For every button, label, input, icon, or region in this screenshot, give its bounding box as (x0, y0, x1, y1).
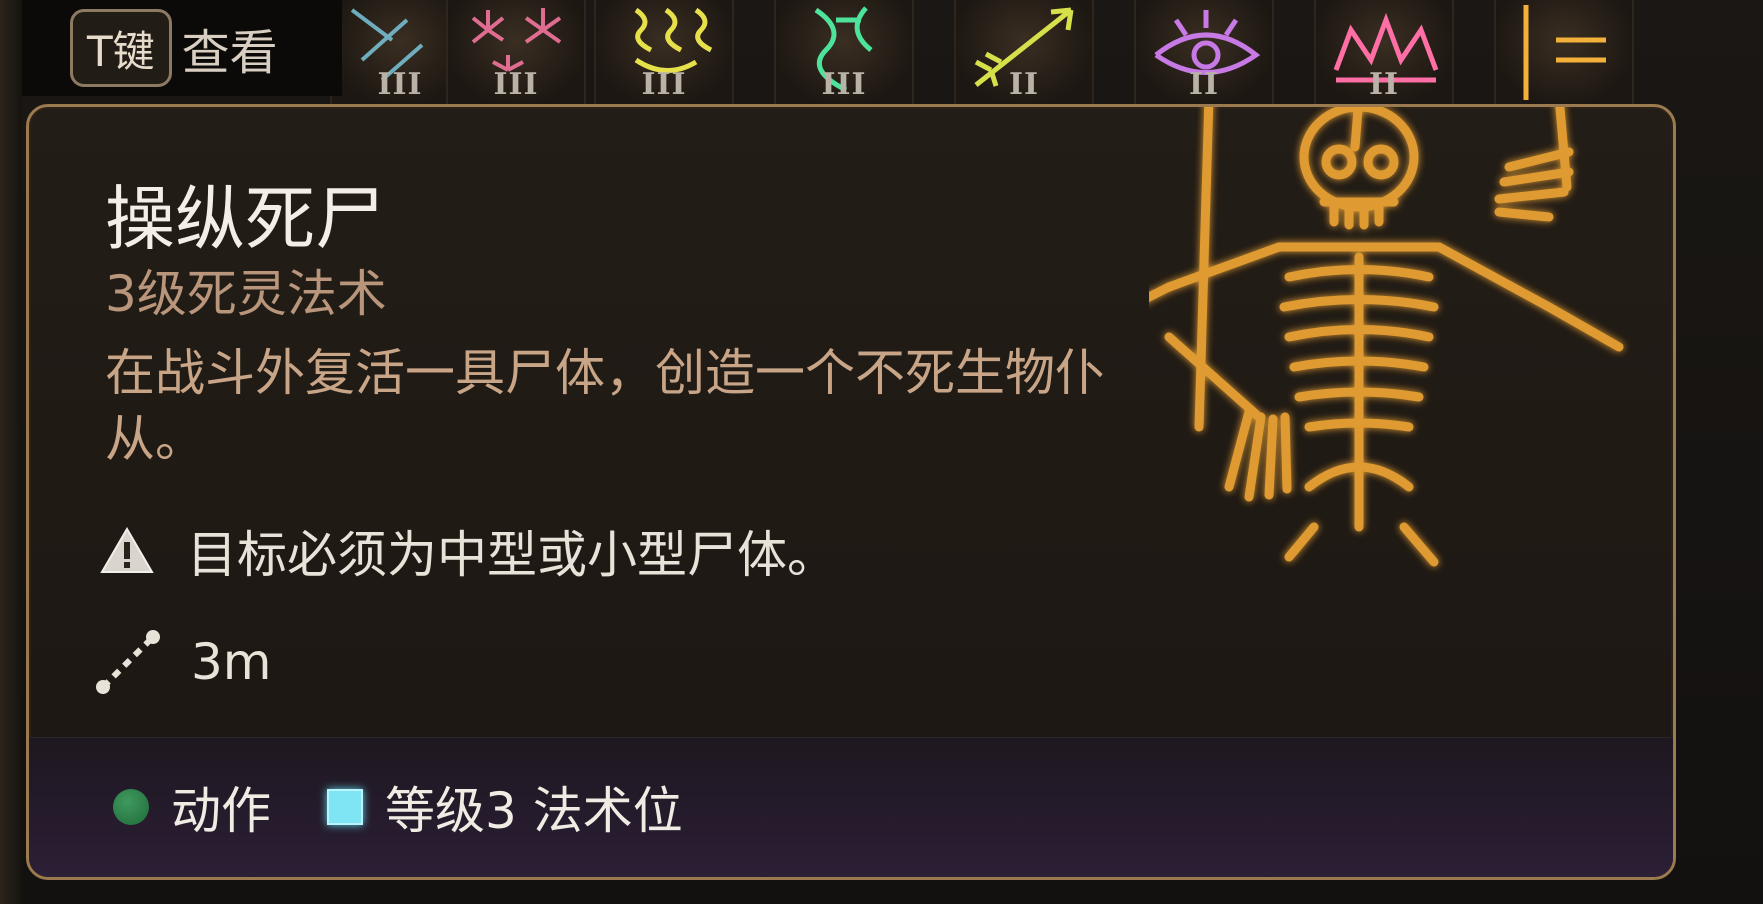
background-frame (0, 0, 22, 904)
cost-footer: 动作 等级3 法术位 (29, 737, 1673, 877)
game-screen: III III III III II II II T键 查看 操纵死尸 3级死灵… (0, 0, 1763, 904)
cost-row: 动作 等级3 法术位 (113, 771, 683, 843)
spell-tooltip: 操纵死尸 3级死灵法术 在战斗外复活一具尸体，创造一个不死生物仆从。 目标必须为… (26, 104, 1676, 880)
spell-level-label: III (493, 67, 539, 102)
spell-icon-crown[interactable]: II (1314, 0, 1454, 104)
requirement-row: 目标必须为中型或小型尸体。 (99, 515, 837, 587)
spell-subtitle: 3级死灵法术 (105, 265, 387, 323)
range-row: 3m (93, 627, 272, 697)
spell-level-label: III (821, 67, 867, 102)
spell-icon-gold[interactable] (1494, 0, 1634, 104)
spell-icon-arrow[interactable]: II (954, 0, 1094, 104)
spell-description: 在战斗外复活一具尸体，创造一个不死生物仆从。 (105, 344, 1105, 468)
spell-bar: III III III III II II II (330, 0, 1763, 108)
action-icon (113, 789, 149, 825)
warning-icon (100, 527, 154, 573)
range-icon (96, 630, 160, 694)
spell-level-label: III (641, 67, 687, 102)
action-cost-label: 动作 (171, 782, 271, 840)
hint-label: 查看 (181, 25, 278, 81)
skeleton-illustration (1149, 107, 1624, 567)
spell-level-label: II (1188, 67, 1220, 102)
spell-level-label: II (1008, 67, 1040, 102)
examine-hint: T键 查看 (22, 0, 342, 96)
spell-level-label: II (1368, 67, 1400, 102)
range-value: 3m (191, 633, 272, 691)
spell-icon-burst[interactable]: III (446, 0, 586, 104)
spell-icon-eye[interactable]: II (1134, 0, 1274, 104)
key-badge: T键 (70, 9, 172, 87)
requirement-text: 目标必须为中型或小型尸体。 (187, 526, 837, 584)
spell-icon-vines[interactable]: III (774, 0, 914, 104)
spell-icon-lightning[interactable]: III (594, 0, 734, 104)
spell-slot-cost-label: 等级3 法术位 (385, 782, 683, 840)
spell-title: 操纵死尸 (105, 178, 385, 260)
spell-slot-icon (327, 789, 363, 825)
